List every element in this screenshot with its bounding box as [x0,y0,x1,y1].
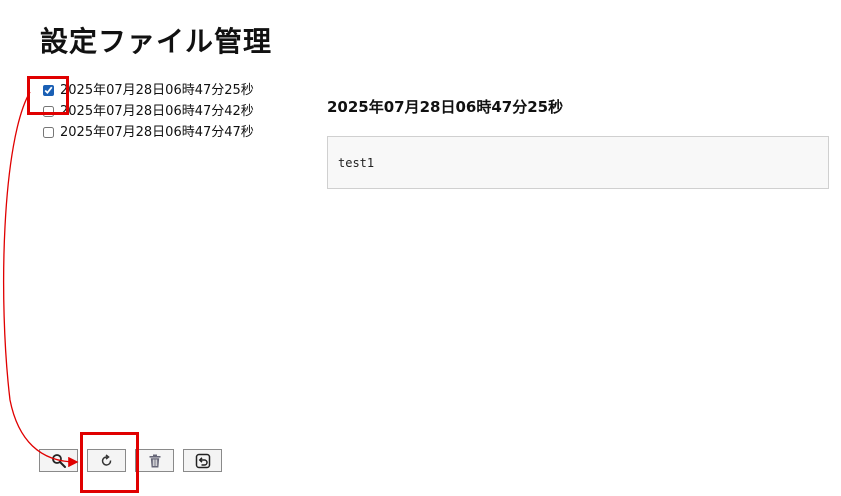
file-checkbox[interactable] [43,127,54,138]
magnifier-icon [51,453,66,468]
restore-icon [101,453,111,466]
return-icon [195,453,210,468]
page-title: 設定ファイル管理 [40,25,273,58]
file-checkbox[interactable] [43,85,54,96]
file-item[interactable]: 2025年07月28日06時47分25秒 [42,80,254,101]
restore-button[interactable] [87,449,126,472]
file-item[interactable]: 2025年07月28日06時47分47秒 [42,122,254,143]
back-button[interactable] [183,449,222,472]
file-label: 2025年07月28日06時47分25秒 [60,83,254,98]
file-list: 2025年07月28日06時47分25秒 2025年07月28日06時47分42… [42,80,254,143]
trash-icon [149,454,160,467]
preview-content: test1 [327,136,829,189]
file-checkbox[interactable] [43,106,54,117]
toolbar [39,449,222,472]
file-item[interactable]: 2025年07月28日06時47分42秒 [42,101,254,122]
preview-title: 2025年07月28日06時47分25秒 [327,98,564,116]
delete-button[interactable] [135,449,174,472]
annotation-arrow [2,91,79,468]
file-label: 2025年07月28日06時47分42秒 [60,104,254,119]
file-label: 2025年07月28日06時47分47秒 [60,125,254,140]
search-button[interactable] [39,449,78,472]
